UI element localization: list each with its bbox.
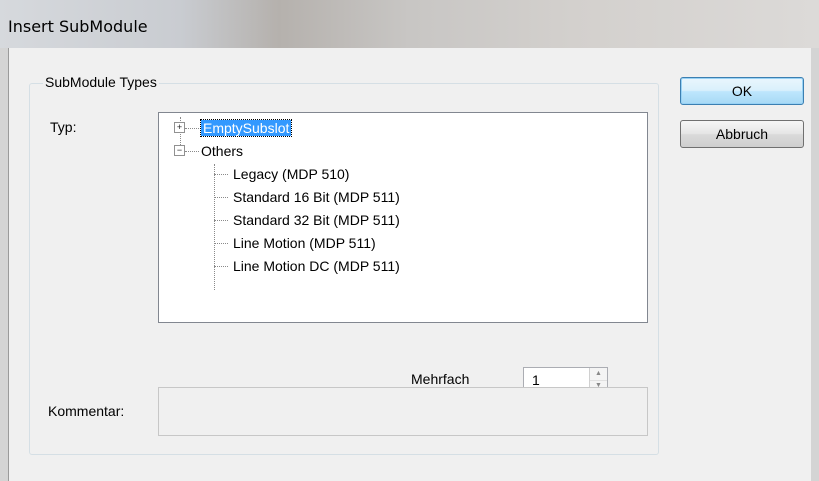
tree-item-label: Legacy (MDP 510) (233, 166, 350, 182)
tree-item-legacy[interactable]: Legacy (MDP 510) (233, 163, 349, 185)
window-title: Insert SubModule (8, 17, 148, 36)
kommentar-field[interactable] (158, 387, 648, 436)
plus-icon[interactable]: + (174, 122, 185, 133)
tree-item-label: Standard 32 Bit (MDP 511) (233, 212, 400, 228)
tree-item-label: Others (201, 143, 244, 159)
window-border-left (0, 48, 8, 481)
kommentar-label: Kommentar: (48, 403, 125, 419)
tree-item-label: Standard 16 Bit (MDP 511) (233, 189, 400, 205)
tree-item-label: EmptySubslot (199, 119, 293, 137)
tree-connector (214, 266, 228, 267)
ok-button[interactable]: OK (680, 77, 804, 105)
tree-connector (214, 220, 228, 221)
submodule-tree[interactable]: + EmptySubslot − Others Legacy (MDP 510)… (158, 112, 648, 323)
mehrfach-value[interactable]: 1 (532, 372, 540, 388)
tree-connector (185, 128, 199, 129)
tree-connector (214, 174, 228, 175)
tree-connector (214, 197, 228, 198)
tree-item-line-motion-dc[interactable]: Line Motion DC (MDP 511) (233, 255, 400, 277)
tree-item-label: Line Motion DC (MDP 511) (233, 258, 400, 274)
minus-icon[interactable]: − (174, 145, 185, 156)
mehrfach-label: Mehrfach (411, 371, 470, 387)
tree-item-standard-32[interactable]: Standard 32 Bit (MDP 511) (233, 209, 400, 231)
tree-connector-children (214, 164, 215, 290)
group-label: SubModule Types (43, 74, 159, 90)
tree-connector (185, 151, 199, 152)
tree-item-emptysubslot[interactable]: EmptySubslot (199, 117, 293, 139)
window-border-right (810, 48, 819, 481)
tree-item-others[interactable]: Others (201, 140, 243, 162)
tree-item-line-motion[interactable]: Line Motion (MDP 511) (233, 232, 376, 254)
cancel-button[interactable]: Abbruch (680, 120, 804, 148)
tree-connector (214, 243, 228, 244)
tree-item-standard-16[interactable]: Standard 16 Bit (MDP 511) (233, 186, 400, 208)
typ-label: Typ: (50, 119, 77, 135)
tree-item-label: Line Motion (MDP 511) (233, 235, 376, 251)
title-bar[interactable]: Insert SubModule (0, 0, 819, 48)
